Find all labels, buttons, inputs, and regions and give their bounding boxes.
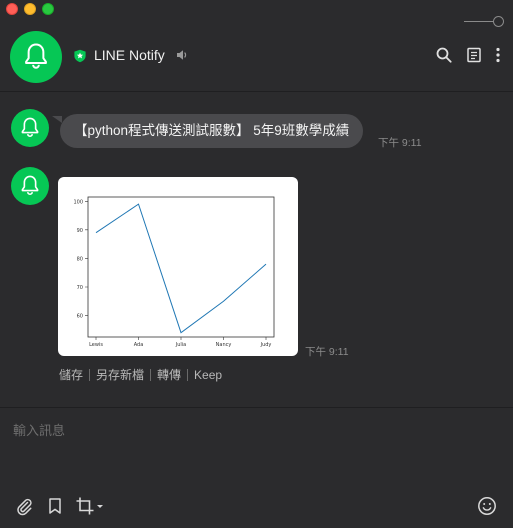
chevron-down-icon[interactable] (96, 496, 104, 516)
chat-title[interactable]: LINE Notify (94, 47, 165, 63)
message-time: 下午 9:11 (378, 137, 422, 149)
image-action-bar: 儲存 另存新檔 轉傳 Keep (59, 366, 222, 383)
bell-icon (21, 175, 39, 196)
more-icon[interactable] (491, 46, 505, 64)
window-minimize-button[interactable] (24, 3, 36, 15)
y-tick-label: 100 (73, 199, 83, 205)
message-input[interactable]: 輸入訊息 (13, 420, 65, 439)
chat-avatar[interactable] (10, 31, 62, 83)
series-line (95, 203, 267, 334)
bookmark-icon[interactable] (45, 496, 65, 516)
verified-shield-icon (74, 49, 86, 63)
x-tick-label: Lewis (89, 342, 103, 348)
crop-icon[interactable] (75, 496, 95, 516)
paperclip-icon[interactable] (14, 496, 34, 516)
window-maximize-button[interactable] (42, 3, 54, 15)
header-divider (0, 91, 513, 92)
keep-button[interactable]: Keep (194, 368, 222, 382)
line-chart: 60 70 80 90 100 Lewis Ada Julia Nancy Judy (73, 196, 275, 348)
image-message[interactable]: 60 70 80 90 100 Lewis Ada Julia Nancy Judy (58, 177, 298, 356)
message-time: 下午 9:11 (305, 346, 349, 358)
search-icon[interactable] (435, 46, 453, 64)
x-tick-label: Ada (134, 342, 144, 348)
save-as-button[interactable]: 另存新檔 (96, 366, 144, 383)
x-tick-label: Julia (175, 342, 187, 348)
forward-button[interactable]: 轉傳 (157, 366, 181, 383)
y-tick-label: 90 (77, 228, 83, 234)
bell-icon (21, 117, 39, 138)
speaker-icon[interactable] (175, 48, 189, 62)
y-tick-label: 70 (77, 285, 83, 291)
text-message-bubble[interactable]: 【python程式傳送測試服數】 5年9班數學成績 (60, 114, 364, 148)
window-close-button[interactable] (6, 3, 18, 15)
emoji-icon[interactable] (477, 496, 497, 516)
y-tick-label: 60 (77, 314, 83, 320)
note-icon[interactable] (465, 46, 483, 64)
window-opacity-slider-track[interactable] (464, 21, 494, 22)
x-tick-label: Judy (260, 342, 272, 348)
bell-icon (25, 43, 47, 69)
title-bar (0, 0, 513, 18)
action-separator (187, 368, 189, 381)
save-button[interactable]: 儲存 (59, 366, 83, 383)
y-tick-label: 80 (77, 256, 83, 262)
x-tick-label: Nancy (216, 342, 232, 348)
action-separator (89, 368, 91, 381)
bubble-tail (52, 116, 62, 123)
sender-avatar[interactable] (11, 167, 49, 205)
action-separator (150, 368, 152, 381)
message-composer[interactable]: 輸入訊息 (0, 407, 513, 528)
sender-avatar[interactable] (11, 109, 49, 147)
plot-frame (87, 196, 275, 338)
chat-header: LINE Notify (0, 26, 513, 90)
